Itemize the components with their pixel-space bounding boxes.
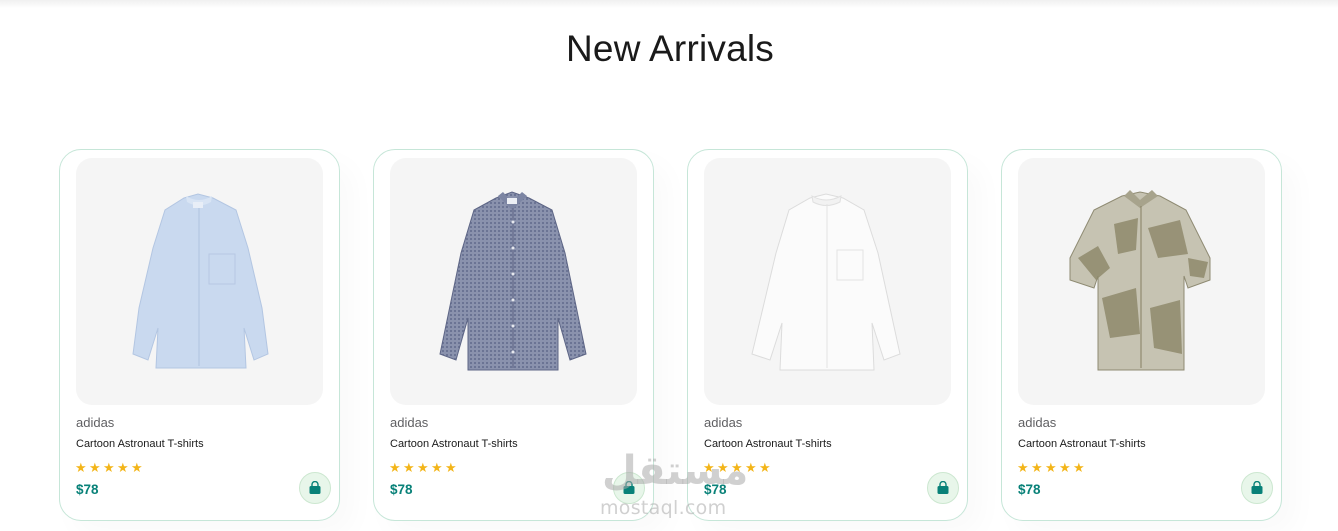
product-price: $78 — [1018, 482, 1041, 497]
product-brand: adidas — [704, 415, 743, 430]
star-icon: ★ — [731, 460, 743, 475]
star-icon: ★ — [431, 460, 443, 475]
add-to-cart-button[interactable] — [927, 472, 959, 504]
star-rating: ★ ★ ★ ★ ★ — [703, 461, 772, 475]
star-icon: ★ — [417, 460, 429, 475]
star-icon: ★ — [403, 460, 415, 475]
star-icon: ★ — [1059, 460, 1071, 475]
shopping-bag-icon — [937, 481, 949, 494]
product-price: $78 — [390, 482, 413, 497]
product-name[interactable]: Cartoon Astronaut T-shirts — [704, 438, 832, 450]
star-icon: ★ — [703, 460, 715, 475]
shirt-navy-gingham-image — [439, 191, 587, 371]
star-icon: ★ — [1017, 460, 1029, 475]
star-icon: ★ — [89, 460, 101, 475]
product-card[interactable]: adidas Cartoon Astronaut T-shirts ★ ★ ★ … — [59, 149, 340, 521]
product-brand: adidas — [1018, 415, 1057, 430]
star-icon: ★ — [131, 460, 143, 475]
star-rating: ★ ★ ★ ★ ★ — [389, 461, 458, 475]
star-icon: ★ — [445, 460, 457, 475]
product-image[interactable] — [1018, 158, 1265, 405]
star-rating: ★ ★ ★ ★ ★ — [75, 461, 144, 475]
product-image[interactable] — [76, 158, 323, 405]
add-to-cart-button[interactable] — [299, 472, 331, 504]
product-name[interactable]: Cartoon Astronaut T-shirts — [76, 438, 204, 450]
shopping-bag-icon — [309, 481, 321, 494]
product-name[interactable]: Cartoon Astronaut T-shirts — [390, 438, 518, 450]
product-brand: adidas — [76, 415, 115, 430]
shopping-bag-icon — [1251, 481, 1263, 494]
shirt-light-blue-image — [132, 193, 269, 369]
star-icon: ★ — [389, 460, 401, 475]
shirt-khaki-print-image — [1069, 190, 1211, 371]
star-icon: ★ — [1045, 460, 1057, 475]
product-image[interactable] — [390, 158, 637, 405]
star-icon: ★ — [745, 460, 757, 475]
product-image[interactable] — [704, 158, 951, 405]
product-grid: adidas Cartoon Astronaut T-shirts ★ ★ ★ … — [59, 149, 1283, 529]
product-card[interactable]: adidas Cartoon Astronaut T-shirts ★ ★ ★ … — [373, 149, 654, 521]
product-name[interactable]: Cartoon Astronaut T-shirts — [1018, 438, 1146, 450]
star-rating: ★ ★ ★ ★ ★ — [1017, 461, 1086, 475]
star-icon: ★ — [1031, 460, 1043, 475]
product-brand: adidas — [390, 415, 429, 430]
star-icon: ★ — [759, 460, 771, 475]
shirt-white-image — [751, 193, 901, 371]
product-card[interactable]: adidas Cartoon Astronaut T-shirts ★ ★ ★ … — [1001, 149, 1282, 521]
product-price: $78 — [76, 482, 99, 497]
add-to-cart-button[interactable] — [613, 472, 645, 504]
section-title: New Arrivals — [566, 28, 774, 69]
add-to-cart-button[interactable] — [1241, 472, 1273, 504]
shopping-bag-icon — [623, 481, 635, 494]
star-icon: ★ — [117, 460, 129, 475]
product-card[interactable]: adidas Cartoon Astronaut T-shirts ★ ★ ★ … — [687, 149, 968, 521]
star-icon: ★ — [103, 460, 115, 475]
star-icon: ★ — [717, 460, 729, 475]
product-price: $78 — [704, 482, 727, 497]
star-icon: ★ — [75, 460, 87, 475]
star-icon: ★ — [1073, 460, 1085, 475]
header-shadow — [0, 0, 1338, 8]
